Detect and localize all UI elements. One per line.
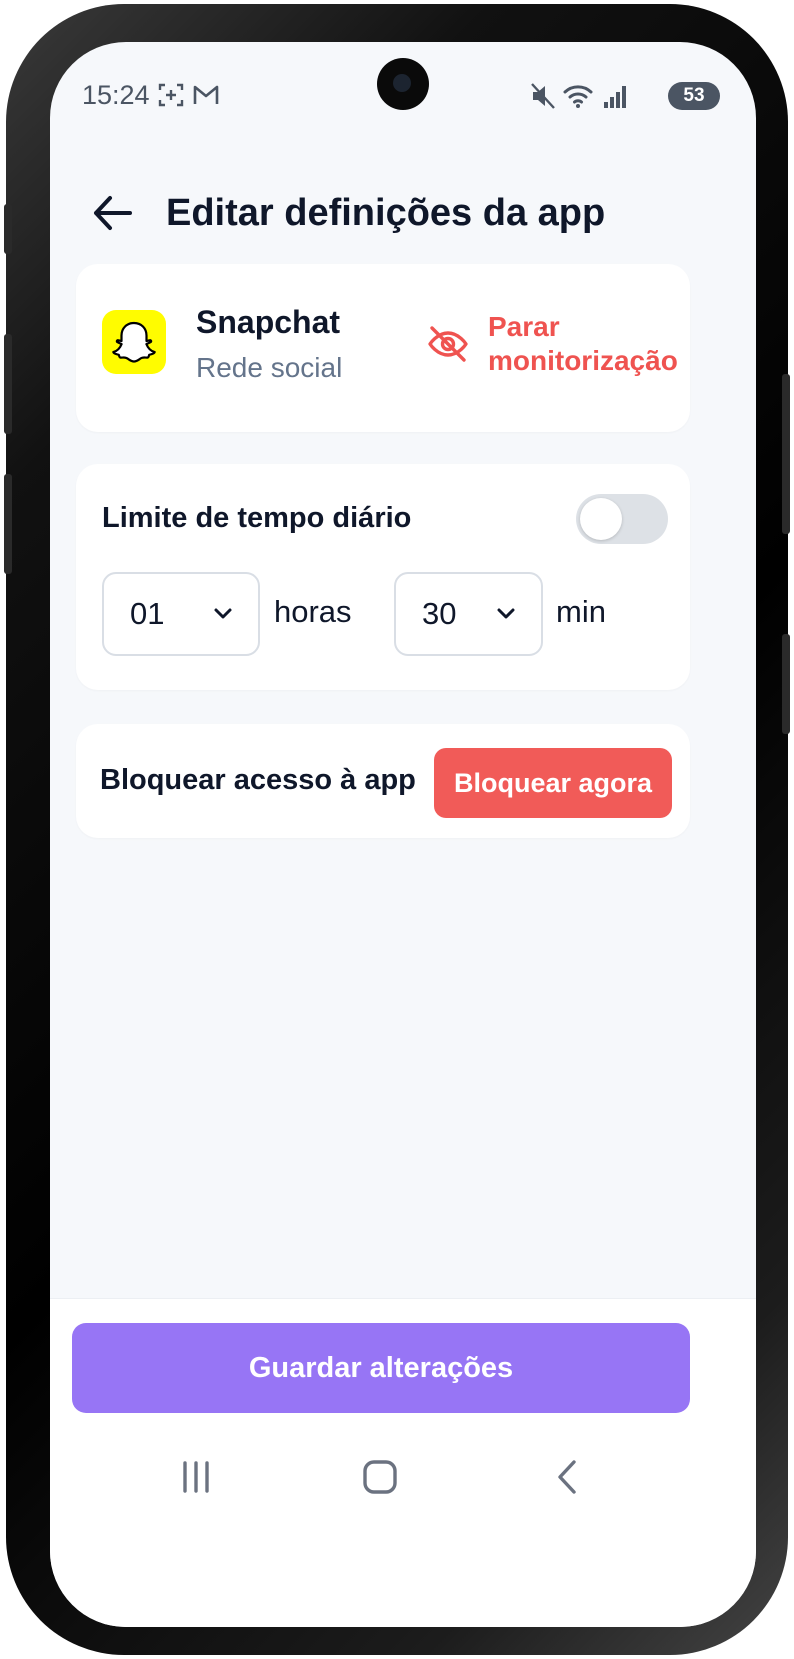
minutes-select[interactable]: 30 — [394, 572, 543, 656]
side-button — [4, 474, 12, 574]
stop-monitoring-button[interactable]: Parar monitorização — [488, 310, 688, 378]
app-info-card: Snapchat Rede social Parar monitorização — [76, 264, 690, 432]
app-header: Editar definições da app — [50, 172, 756, 252]
save-changes-button[interactable]: Guardar alterações — [72, 1323, 690, 1413]
back-icon[interactable] — [550, 1459, 586, 1495]
app-name: Snapchat — [196, 304, 341, 340]
block-access-label: Bloquear acesso à app — [100, 764, 416, 796]
status-time: 15:24 — [82, 80, 150, 110]
snapchat-logo-icon — [102, 310, 166, 374]
minutes-unit: min — [556, 594, 606, 629]
hours-select[interactable]: 01 — [102, 572, 260, 656]
minutes-value: 30 — [422, 596, 457, 631]
side-button — [4, 334, 12, 434]
arrow-left-icon[interactable] — [90, 190, 136, 236]
wifi-icon — [563, 85, 593, 108]
status-bar: 15:24 53 — [50, 42, 756, 142]
block-access-card: Bloquear acesso à app Bloquear agora — [76, 724, 690, 838]
recent-apps-icon[interactable] — [178, 1459, 214, 1495]
toggle-knob — [580, 498, 622, 540]
chevron-down-icon — [214, 608, 232, 619]
eye-off-icon[interactable] — [426, 322, 470, 366]
mute-icon — [531, 83, 555, 109]
bottom-bar: Guardar alterações — [50, 1298, 756, 1627]
time-limit-label: Limite de tempo diário — [102, 502, 412, 534]
hours-value: 01 — [130, 596, 165, 631]
home-icon[interactable] — [362, 1459, 398, 1495]
gmail-icon — [193, 85, 219, 104]
screen: 15:24 53 Editar definições da app Snapch… — [50, 42, 756, 1627]
hours-unit: horas — [274, 594, 352, 629]
time-limit-card: Limite de tempo diário 01 horas 30 min — [76, 464, 690, 690]
side-button — [782, 634, 790, 734]
screenshot-icon — [158, 83, 184, 107]
signal-icon — [604, 86, 626, 108]
block-now-button[interactable]: Bloquear agora — [434, 748, 672, 818]
battery-icon: 53 — [668, 82, 720, 110]
phone-frame: 15:24 53 Editar definições da app Snapch… — [4, 4, 790, 1655]
front-camera — [377, 58, 429, 110]
side-button — [4, 204, 12, 254]
time-limit-toggle[interactable] — [576, 494, 668, 544]
side-button — [782, 374, 790, 534]
app-category: Rede social — [196, 352, 343, 383]
chevron-down-icon — [497, 608, 515, 619]
page-title: Editar definições da app — [166, 192, 606, 234]
